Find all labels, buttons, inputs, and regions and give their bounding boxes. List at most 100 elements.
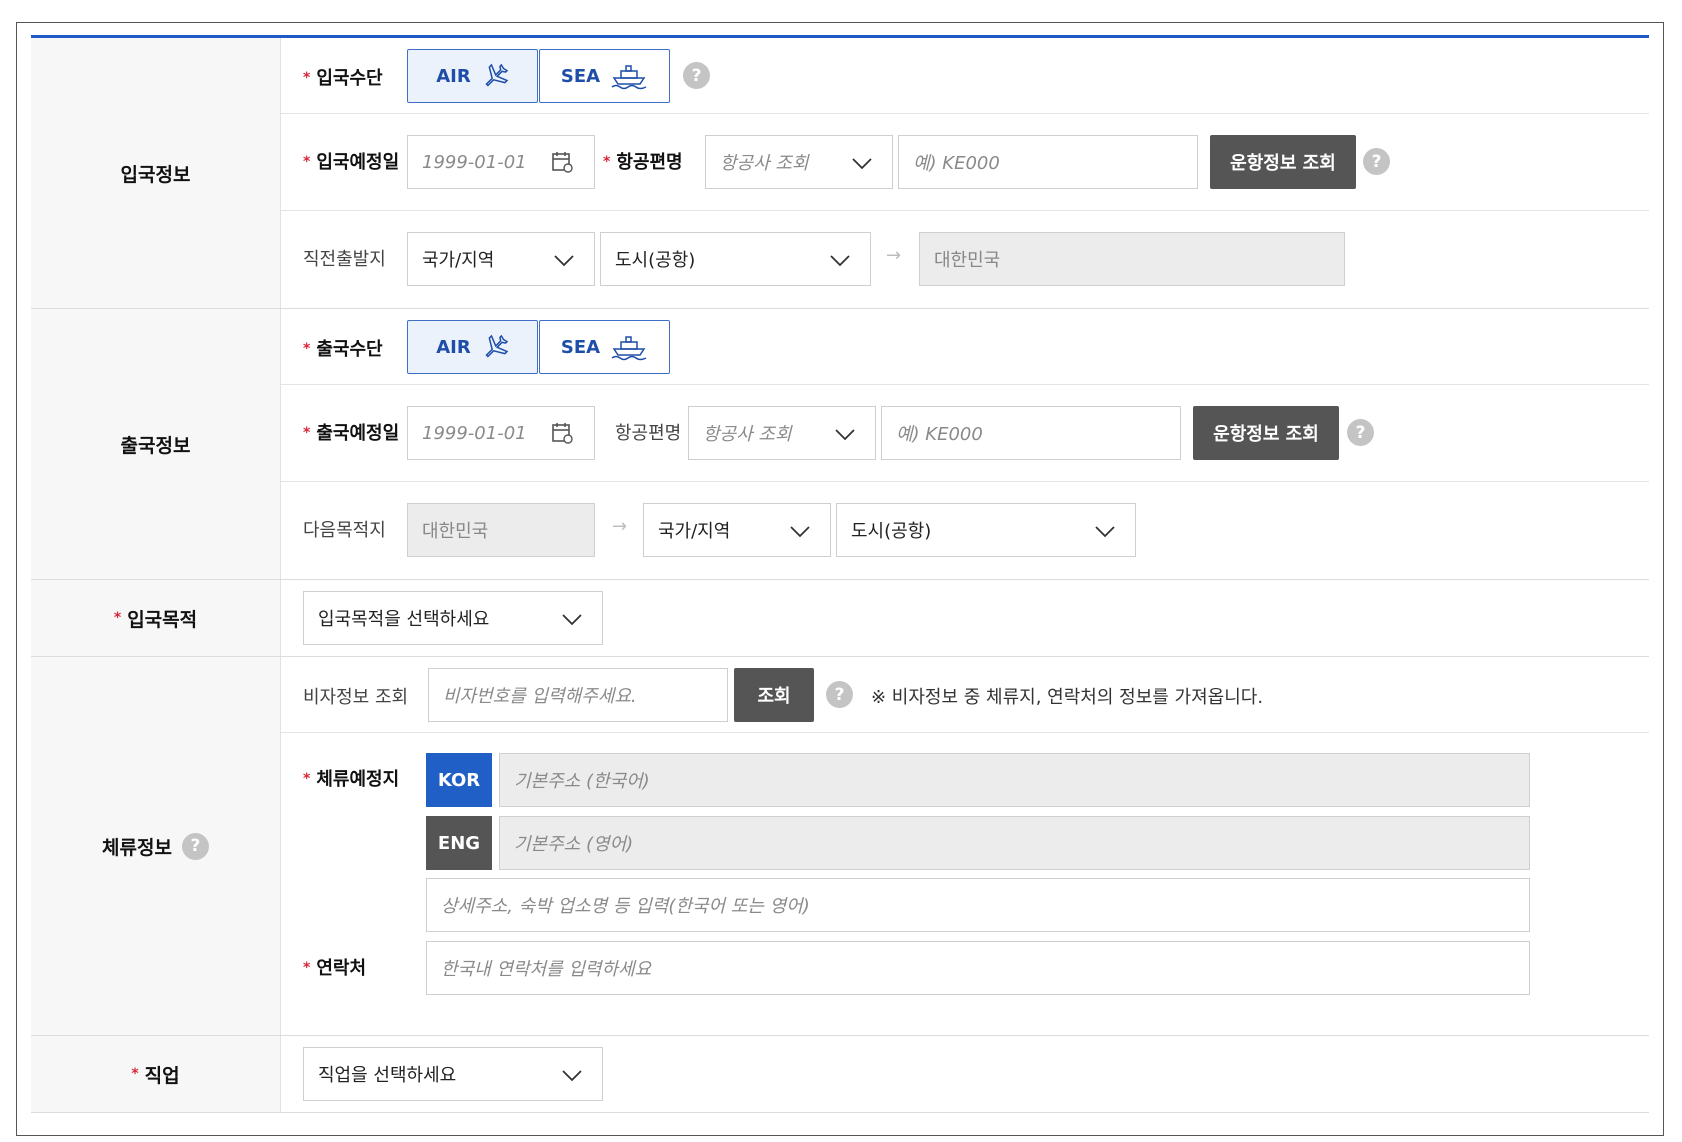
stay-section: 체류정보 ? 비자정보 조회 비자번호를 입력해주세요. 조회 ? ※ 비자정보… (31, 657, 1649, 1036)
required-mark: * (303, 154, 311, 170)
arrow-right-icon: → (612, 516, 628, 537)
visa-help-icon[interactable]: ? (826, 681, 853, 708)
eng-badge: ENG (426, 816, 492, 870)
purpose-select[interactable]: 입국목적을 선택하세요 (303, 591, 603, 645)
air-label: AIR (436, 336, 471, 358)
calendar-icon[interactable] (550, 421, 574, 445)
chevron-down-icon (554, 255, 574, 267)
airplane-icon (485, 63, 509, 87)
entry-date-input[interactable]: 1999-01-01 (407, 135, 595, 189)
chevron-down-icon (835, 429, 855, 441)
entry-origin-row: 직전출발지 국가/지역 도시(공항) → 대한민국 (281, 211, 1649, 308)
exit-next-row: 다음목적지 대한민국 → 국가/지역 도시(공항) (281, 482, 1649, 579)
chevron-down-icon (852, 158, 872, 170)
exit-section: 출국정보 * 출국수단 AIR SEA * 출국예정일 1999-01-01 항… (31, 309, 1649, 580)
required-mark: * (131, 1066, 139, 1082)
required-mark: * (303, 960, 311, 976)
entry-destination-fixed: 대한민국 (919, 232, 1345, 286)
exit-flight-number-input[interactable]: 예) KE000 (881, 406, 1181, 460)
stay-help-icon[interactable]: ? (181, 832, 209, 860)
address-kor-input: 기본주소 (한국어) (499, 753, 1530, 807)
job-body: 직업을 선택하세요 (281, 1036, 1649, 1112)
entry-airline-select[interactable]: 항공사 조회 (705, 135, 893, 189)
exit-flight-help-icon[interactable]: ? (1347, 419, 1374, 446)
job-select[interactable]: 직업을 선택하세요 (303, 1047, 603, 1101)
entry-mode-help-icon[interactable]: ? (683, 62, 710, 89)
purpose-body: 입국목적을 선택하세요 (281, 580, 1649, 656)
air-label: AIR (436, 65, 471, 87)
arrow-right-icon: → (886, 245, 902, 266)
exit-airline-select[interactable]: 항공사 조회 (688, 406, 876, 460)
visa-number-input[interactable]: 비자번호를 입력해주세요. (428, 668, 728, 722)
address-eng-placeholder: 기본주소 (영어) (514, 834, 634, 855)
entry-flight-placeholder: 예) KE000 (913, 153, 1000, 174)
chevron-down-icon (562, 1070, 582, 1082)
exit-date-row: * 출국예정일 1999-01-01 항공편명 항공사 조회 예) KE000 운… (281, 385, 1649, 482)
exit-air-button[interactable]: AIR (407, 320, 538, 374)
chevron-down-icon (562, 614, 582, 626)
stay-section-label: 체류정보 ? (31, 657, 281, 1035)
visa-placeholder: 비자번호를 입력해주세요. (443, 686, 637, 707)
entry-section: 입국정보 *입국수단 AIR SEA ? *입국예정일 1999-01-01 (31, 38, 1649, 309)
required-mark: * (303, 425, 311, 441)
calendar-icon[interactable] (550, 150, 574, 174)
contact-input[interactable]: 한국내 연락처를 입력하세요 (426, 941, 1530, 995)
chevron-down-icon (830, 255, 850, 267)
entry-flight-help-icon[interactable]: ? (1363, 148, 1390, 175)
address-kor-placeholder: 기본주소 (한국어) (514, 771, 650, 792)
visa-label: 비자정보 조회 (303, 687, 409, 708)
exit-next-label: 다음목적지 (303, 520, 386, 541)
entry-date-row: * 입국예정일 1999-01-01 * 항공편명 항공사 조회 예) KE000 … (281, 114, 1649, 211)
entry-origin-city-select[interactable]: 도시(공항) (600, 232, 871, 286)
kor-badge: KOR (426, 753, 492, 807)
exit-next-city-value: 도시(공항) (851, 521, 932, 542)
address-block: * 체류예정지 KOR 기본주소 (한국어) ENG 기본주소 (영어) 상세주소… (281, 733, 1649, 1035)
exit-origin-value: 대한민국 (422, 521, 489, 542)
required-mark: * (303, 341, 311, 357)
exit-flight-label: 항공편명 (615, 423, 682, 444)
entry-section-label: 입국정보 (31, 38, 281, 308)
stay-section-title: 체류정보 (102, 836, 172, 859)
sea-label: SEA (560, 65, 601, 87)
exit-date-value: 1999-01-01 (422, 422, 527, 444)
entry-mode-row: * 입국수단 AIR SEA ? (281, 38, 1649, 114)
exit-date-label: * 출국예정일 (303, 423, 400, 444)
exit-next-country-value: 국가/지역 (658, 521, 731, 542)
entry-origin-country-select[interactable]: 국가/지역 (407, 232, 595, 286)
exit-flight-lookup-button[interactable]: 운항정보 조회 (1193, 406, 1339, 460)
entry-origin-label: 직전출발지 (303, 249, 386, 270)
entry-air-button[interactable]: AIR (407, 49, 538, 103)
stay-section-body: 비자정보 조회 비자번호를 입력해주세요. 조회 ? ※ 비자정보 중 체류지,… (281, 657, 1649, 1035)
exit-origin-fixed: 대한민국 (407, 503, 595, 557)
visa-lookup-button[interactable]: 조회 (734, 668, 814, 722)
exit-next-city-select[interactable]: 도시(공항) (836, 503, 1136, 557)
address-detail-placeholder: 상세주소, 숙박 업소명 등 입력(한국어 또는 영어) (441, 896, 810, 917)
exit-date-input[interactable]: 1999-01-01 (407, 406, 595, 460)
entry-flight-number-input[interactable]: 예) KE000 (898, 135, 1198, 189)
job-row: 직업을 선택하세요 (281, 1036, 1649, 1112)
purpose-select-value: 입국목적을 선택하세요 (318, 609, 490, 630)
address-detail-input[interactable]: 상세주소, 숙박 업소명 등 입력(한국어 또는 영어) (426, 878, 1530, 932)
job-label: * 직업 (31, 1036, 281, 1112)
entry-origin-country-value: 국가/지역 (422, 250, 495, 271)
ship-icon (611, 336, 647, 361)
sea-label: SEA (560, 336, 601, 358)
exit-section-label: 출국정보 (31, 309, 281, 579)
chevron-down-icon (790, 526, 810, 538)
required-mark: * (303, 70, 311, 86)
contact-placeholder: 한국내 연락처를 입력하세요 (441, 959, 652, 980)
entry-destination-value: 대한민국 (934, 250, 1001, 271)
entry-flight-lookup-button[interactable]: 운항정보 조회 (1210, 135, 1356, 189)
job-section: * 직업 직업을 선택하세요 (31, 1036, 1649, 1113)
entry-section-body: * 입국수단 AIR SEA ? * 입국예정일 1999-01-01 * 항공편명 (281, 38, 1649, 308)
entry-sea-button[interactable]: SEA (539, 49, 670, 103)
entry-mode-label: * 입국수단 (303, 68, 383, 89)
exit-sea-button[interactable]: SEA (539, 320, 670, 374)
entry-origin-city-value: 도시(공항) (615, 250, 696, 271)
entry-date-label: * 입국예정일 (303, 152, 400, 173)
exit-next-country-select[interactable]: 국가/지역 (643, 503, 831, 557)
address-eng-input: 기본주소 (영어) (499, 816, 1530, 870)
required-mark: * (303, 771, 311, 787)
exit-flight-placeholder: 예) KE000 (896, 424, 983, 445)
required-mark: * (603, 154, 611, 170)
